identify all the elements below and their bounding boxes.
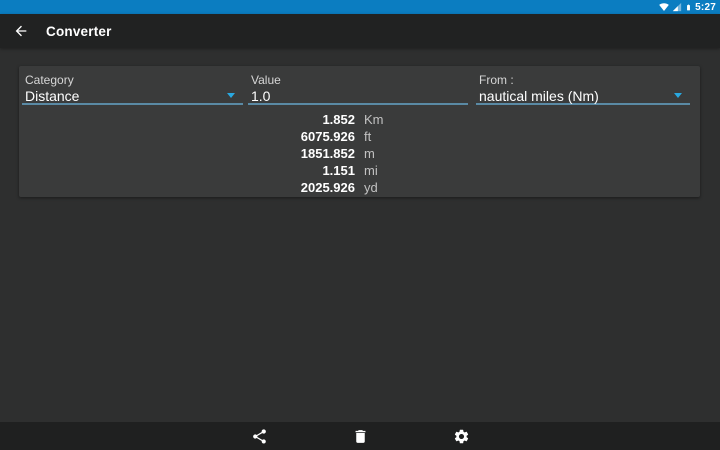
result-unit: m [364, 146, 375, 161]
result-row[interactable]: 6075.926 ft [19, 128, 700, 145]
result-value: 2025.926 [300, 180, 355, 195]
category-label: Category [25, 73, 74, 87]
share-icon [251, 428, 268, 445]
result-value: 6075.926 [300, 129, 355, 144]
result-unit: ft [364, 129, 372, 144]
result-row[interactable]: 1.151 mi [19, 162, 700, 179]
result-row[interactable]: 1851.852 m [19, 145, 700, 162]
delete-button[interactable] [348, 424, 372, 448]
result-unit: yd [364, 180, 378, 195]
status-time: 5:27 [695, 1, 716, 13]
category-value: Distance [25, 88, 80, 104]
result-unit: mi [364, 163, 378, 178]
dropdown-arrow-icon [674, 93, 682, 98]
results-list: 1.852 Km 6075.926 ft 1851.852 m 1.151 mi 202… [19, 111, 700, 196]
battery-icon [685, 2, 692, 13]
result-unit: Km [364, 112, 384, 127]
value-field [248, 88, 468, 105]
signal-icon [672, 2, 682, 12]
app-bar: Converter [0, 14, 720, 48]
bottom-action-bar [0, 422, 720, 450]
from-spinner[interactable]: nautical miles (Nm) [476, 88, 690, 105]
value-label: Value [251, 73, 281, 87]
result-value: 1851.852 [300, 146, 355, 161]
from-label: From : [479, 73, 514, 87]
from-value: nautical miles (Nm) [479, 88, 599, 104]
wifi-icon [659, 2, 670, 12]
result-value: 1.852 [322, 112, 355, 127]
gear-icon [453, 428, 470, 445]
from-column: From : nautical miles (Nm) [476, 72, 690, 105]
category-column: Category Distance [22, 72, 243, 105]
result-row[interactable]: 1.852 Km [19, 111, 700, 128]
back-button[interactable] [4, 14, 38, 48]
share-button[interactable] [247, 424, 271, 448]
value-input[interactable] [251, 88, 468, 104]
result-row[interactable]: 2025.926 yd [19, 179, 700, 196]
converter-card: Category Distance Value From : nautical … [19, 66, 700, 197]
settings-button[interactable] [449, 424, 473, 448]
back-arrow-icon [13, 23, 29, 39]
category-spinner[interactable]: Distance [22, 88, 243, 105]
result-value: 1.151 [322, 163, 355, 178]
value-column: Value [248, 72, 468, 105]
page-title: Converter [46, 23, 112, 39]
status-bar: 5:27 [0, 0, 720, 14]
trash-icon [352, 428, 369, 445]
dropdown-arrow-icon [227, 93, 235, 98]
